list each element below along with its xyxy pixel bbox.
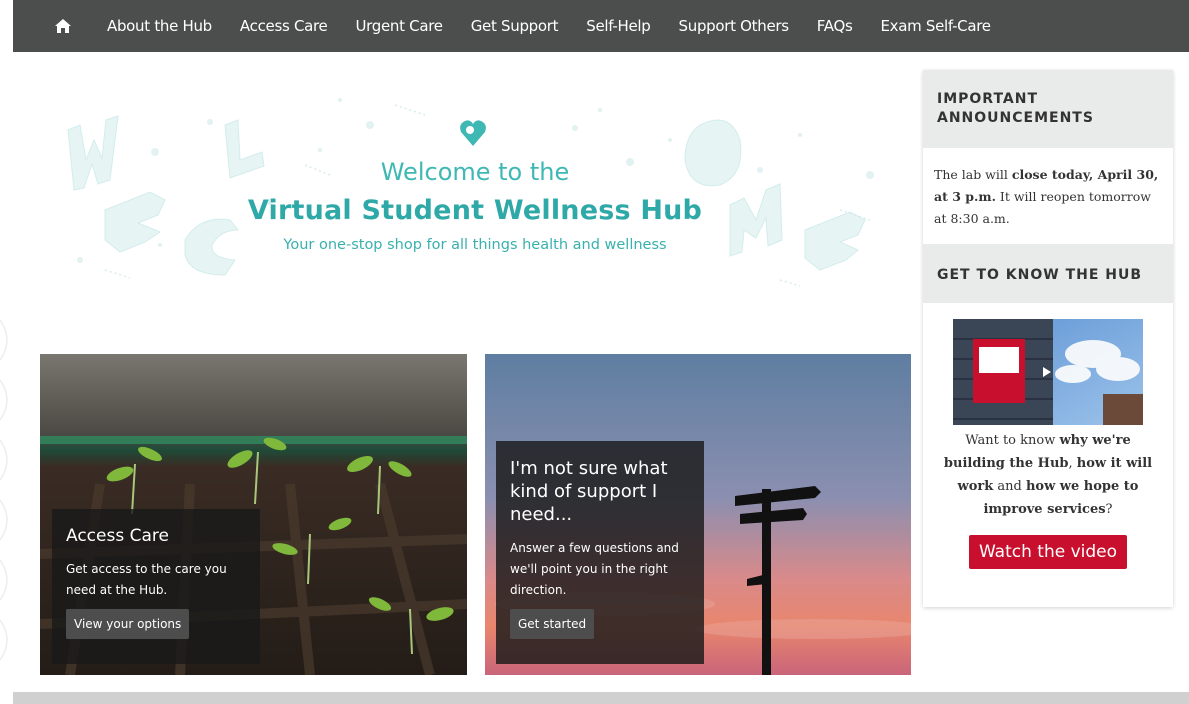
hero-title: Virtual Student Wellness Hub <box>247 195 703 226</box>
announcements-header: IMPORTANT ANNOUNCEMENTS <box>923 70 1173 148</box>
heart-pin-icon <box>460 120 486 146</box>
hero-tagline: Your one-stop shop for all things health… <box>283 237 667 253</box>
nav-faqs[interactable]: FAQs <box>803 0 867 52</box>
get-to-know-body: Want to know why we're building the Hub,… <box>923 303 1173 569</box>
nav-get-support[interactable]: Get Support <box>457 0 573 52</box>
card-title: I'm not sure what kind of support I need… <box>510 458 668 525</box>
video-thumbnail[interactable] <box>953 319 1143 425</box>
footer-bar <box>13 692 1189 704</box>
get-to-know-header: GET TO KNOW THE HUB <box>923 244 1173 303</box>
nav-support-others[interactable]: Support Others <box>665 0 803 52</box>
text-part: and <box>993 479 1026 494</box>
text-part: Want to know <box>965 433 1060 448</box>
sidebar: IMPORTANT ANNOUNCEMENTS The lab will clo… <box>923 70 1173 607</box>
get-started-button[interactable]: Get started <box>510 609 595 639</box>
card-description: Get access to the care you need at the H… <box>66 562 227 597</box>
hero-welcome-text: Welcome to the <box>380 158 570 186</box>
text-part: , <box>1068 456 1077 471</box>
welcome-banner: Welcome to the Virtual Student Wellness … <box>40 80 910 310</box>
nav-access-care[interactable]: Access Care <box>226 0 342 52</box>
side-decoration <box>0 319 8 660</box>
card-title: Access Care <box>66 526 169 546</box>
get-to-know-text: Want to know why we're building the Hub,… <box>923 425 1173 521</box>
watch-the-video-button[interactable]: Watch the video <box>968 535 1128 569</box>
announcements-heading: IMPORTANT ANNOUNCEMENTS <box>937 91 1094 126</box>
nav-exam-self-care[interactable]: Exam Self-Care <box>866 0 1004 52</box>
announcement-text: The lab will close today, April 30, at 3… <box>923 148 1173 244</box>
nav-about-the-hub[interactable]: About the Hub <box>93 0 226 52</box>
get-to-know-heading: GET TO KNOW THE HUB <box>937 267 1143 283</box>
access-care-card[interactable]: Access Care Get access to the care you n… <box>40 354 467 675</box>
nav-urgent-care[interactable]: Urgent Care <box>341 0 456 52</box>
access-care-panel: Access Care Get access to the care you n… <box>52 509 260 664</box>
home-icon[interactable] <box>53 16 73 36</box>
announcement-text-part: The lab will <box>934 167 1012 182</box>
not-sure-card[interactable]: I'm not sure what kind of support I need… <box>485 354 911 675</box>
text-part: ? <box>1105 502 1113 517</box>
nav-self-help[interactable]: Self-Help <box>572 0 664 52</box>
card-description: Answer a few questions and we'll point y… <box>510 541 679 597</box>
not-sure-panel: I'm not sure what kind of support I need… <box>496 441 704 664</box>
top-navigation: About the Hub Access Care Urgent Care Ge… <box>13 0 1189 52</box>
view-your-options-button[interactable]: View your options <box>66 609 190 639</box>
